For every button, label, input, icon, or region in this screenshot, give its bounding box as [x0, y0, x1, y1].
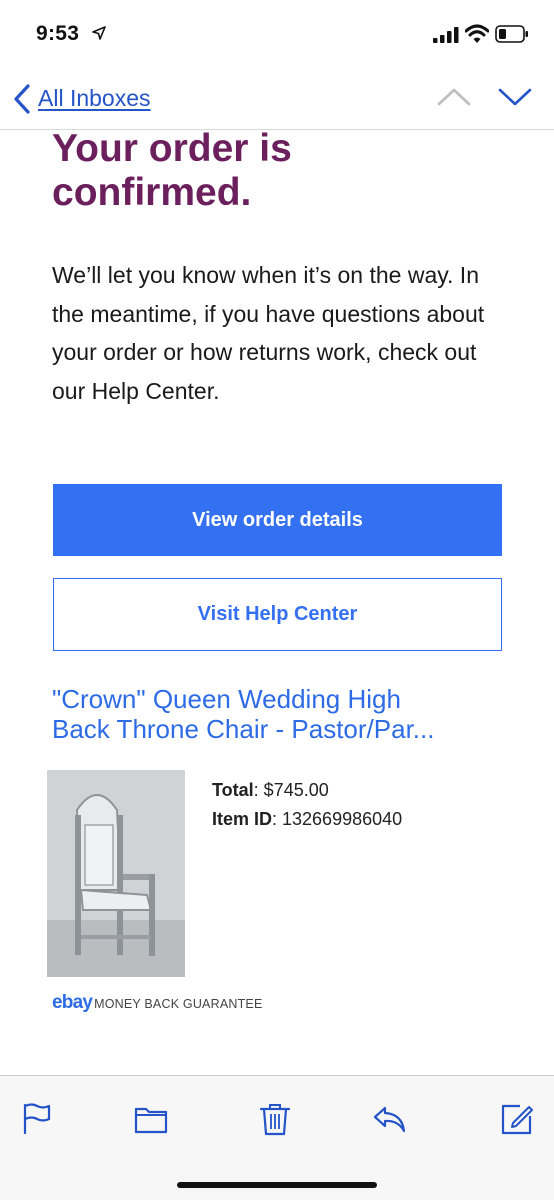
item-title-line: "Crown" Queen Wedding High	[52, 684, 401, 714]
item-id-label: Item ID	[212, 809, 273, 829]
mail-nav-bar: All Inboxes	[0, 66, 554, 130]
battery-icon	[495, 25, 528, 43]
item-image[interactable]	[47, 770, 185, 977]
view-order-details-button[interactable]: View order details	[53, 484, 502, 556]
item-title-link[interactable]: "Crown" Queen Wedding High Back Throne C…	[52, 684, 512, 744]
total-label: Total	[212, 780, 254, 800]
item-meta: Total: $745.00 Item ID: 132669986040	[212, 776, 402, 834]
total-row: Total: $745.00	[212, 776, 402, 805]
location-arrow-icon	[92, 26, 106, 40]
mail-toolbar	[0, 1075, 554, 1200]
status-bar: 9:53	[0, 0, 554, 66]
item-id-row: Item ID: 132669986040	[212, 805, 402, 834]
email-body: Your order is confirmed. We’ll let you k…	[0, 130, 554, 1074]
visit-help-center-button[interactable]: Visit Help Center	[53, 578, 502, 651]
back-to-all-inboxes-link[interactable]: All Inboxes	[38, 85, 151, 112]
chevron-up-icon[interactable]	[436, 86, 472, 108]
headline-line: Your order is	[52, 130, 292, 170]
compose-icon[interactable]	[500, 1102, 534, 1136]
reply-icon[interactable]	[372, 1102, 406, 1136]
chevron-down-icon[interactable]	[497, 86, 533, 108]
money-back-guarantee: ebay MONEY BACK GUARANTEE	[52, 992, 263, 1014]
guarantee-text: MONEY BACK GUARANTEE	[94, 997, 263, 1011]
item-id-value: : 132669986040	[272, 809, 403, 829]
total-value: : $745.00	[253, 780, 329, 800]
cellular-signal-icon	[433, 27, 459, 43]
headline-line: confirmed.	[52, 171, 252, 214]
throne-chair-icon	[47, 770, 185, 977]
item-title-line: Back Throne Chair - Pastor/Par...	[52, 714, 435, 744]
status-time: 9:53	[36, 22, 80, 45]
trash-icon[interactable]	[258, 1102, 292, 1136]
flag-icon[interactable]	[20, 1102, 54, 1136]
folder-icon[interactable]	[134, 1102, 168, 1136]
home-indicator[interactable]	[177, 1182, 377, 1188]
order-confirmed-headline: Your order is confirmed.	[52, 130, 522, 215]
wifi-icon	[465, 24, 489, 43]
ebay-logo: ebay	[52, 992, 93, 1013]
confirmation-message: We’ll let you know when it’s on the way.…	[52, 262, 485, 404]
back-chevron-icon[interactable]	[12, 84, 32, 114]
